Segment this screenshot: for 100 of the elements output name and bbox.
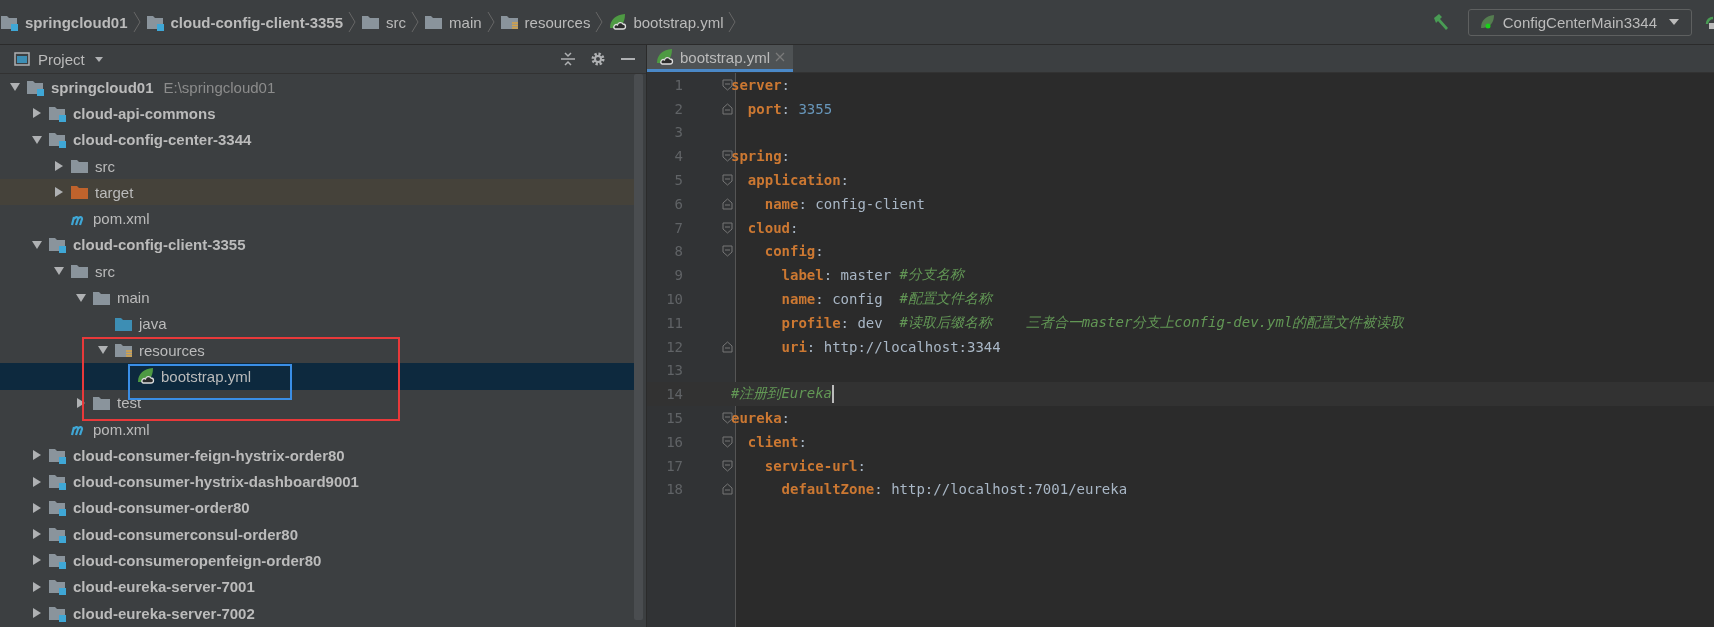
tree-item[interactable]: bootstrap.yml [161, 367, 252, 385]
fold-marker-icon[interactable] [721, 412, 733, 425]
fold-marker-icon[interactable] [721, 221, 733, 234]
tree-item[interactable]: cloud-config-center-3344 [73, 131, 252, 149]
tree-item[interactable]: cloud-eureka-server-7001 [73, 578, 255, 596]
code-line: #注册到Eureka [731, 385, 834, 404]
breadcrumb-item[interactable]: springcloud01 [25, 13, 128, 31]
code-line: config: [763, 243, 824, 260]
breadcrumb-item[interactable]: main [449, 13, 482, 31]
chevron-separator-icon [132, 11, 141, 33]
folder-icon [361, 14, 382, 30]
code-line: uri: http://localhost:3344 [780, 338, 1001, 355]
folder-icon [70, 184, 90, 201]
chevron-separator-icon [595, 11, 604, 33]
editor-tab[interactable]: bootstrap.yml [647, 45, 794, 72]
fold-marker-icon[interactable] [721, 78, 733, 91]
tree-item[interactable]: cloud-consumeropenfeign-order80 [73, 552, 322, 569]
tree-item[interactable]: cloud-consumer-order80 [73, 499, 250, 517]
folder-icon [92, 394, 112, 411]
tree-item[interactable]: src [95, 262, 115, 280]
fold-end-marker-icon[interactable] [721, 102, 733, 115]
fold-marker-icon[interactable] [721, 245, 733, 258]
collapsed-arrow-icon[interactable] [31, 554, 43, 567]
scrollbar[interactable] [634, 74, 643, 620]
hammer-icon[interactable] [1431, 13, 1450, 31]
tree-item[interactable]: test [117, 394, 142, 412]
fold-marker-icon[interactable] [721, 174, 733, 187]
tree-item[interactable]: springcloud01 [51, 78, 154, 96]
project-path: E:\springcloud01 [163, 78, 276, 96]
caret-icon[interactable] [92, 54, 105, 64]
folder-icon [424, 14, 445, 30]
module-folder-icon [48, 236, 68, 254]
panel-title[interactable]: Project [38, 50, 85, 68]
code-line: name: config #配置文件名称 [780, 290, 993, 309]
fold-end-marker-icon[interactable] [721, 197, 733, 210]
chevron-separator-icon [728, 11, 737, 33]
spring-leaf-icon [608, 13, 629, 31]
fold-end-marker-icon[interactable] [721, 340, 733, 353]
run-configuration-dropdown[interactable]: ConfigCenterMain3344 [1467, 8, 1692, 36]
module-folder-icon [48, 499, 68, 517]
collapsed-arrow-icon[interactable] [31, 449, 43, 462]
collapsed-arrow-icon[interactable] [31, 528, 43, 541]
code-line: port: 3355 [746, 100, 833, 117]
expanded-arrow-icon[interactable] [31, 238, 43, 251]
tree-item[interactable]: resources [139, 341, 205, 359]
module-folder-icon [145, 13, 166, 31]
tree-item[interactable]: src [95, 157, 115, 175]
module-folder-icon [48, 552, 68, 569]
folder-icon [70, 158, 90, 175]
folder-icon [70, 263, 90, 280]
fold-end-marker-icon[interactable] [721, 483, 733, 496]
code-line: eureka: [731, 410, 790, 427]
fold-marker-icon[interactable] [721, 459, 733, 472]
collapsed-arrow-icon[interactable] [53, 186, 65, 199]
collapse-all-icon[interactable] [560, 51, 576, 67]
folder-icon [92, 289, 112, 306]
collapsed-arrow-icon[interactable] [31, 607, 43, 620]
spring-leaf-icon [136, 367, 156, 386]
fold-marker-icon[interactable] [721, 150, 733, 163]
code-line: defaultZone: http://localhost:7001/eureka [780, 481, 1128, 498]
tree-item[interactable]: pom.xml [93, 210, 150, 228]
tree-item[interactable]: target [95, 183, 134, 201]
breadcrumb-item[interactable]: src [386, 13, 407, 31]
module-folder-icon [0, 13, 20, 31]
tree-item[interactable]: cloud-consumerconsul-order80 [73, 525, 299, 543]
chevron-separator-icon [348, 11, 357, 33]
collapsed-arrow-icon[interactable] [31, 501, 43, 514]
tree-item[interactable]: cloud-consumer-hystrix-dashboard9001 [73, 473, 359, 491]
collapsed-arrow-icon[interactable] [53, 160, 65, 173]
breadcrumb-item[interactable]: resources [524, 13, 591, 31]
text-cursor [832, 385, 834, 404]
collapsed-arrow-icon[interactable] [31, 107, 43, 120]
tree-item[interactable]: pom.xml [93, 420, 150, 438]
tree-item[interactable]: java [139, 315, 167, 333]
folder-icon [114, 315, 134, 332]
project-window-icon [14, 52, 30, 66]
tree-item[interactable]: cloud-api-commons [73, 104, 216, 122]
tree-item[interactable]: cloud-eureka-server-7002 [73, 604, 255, 622]
breadcrumb-item[interactable]: cloud-config-client-3355 [170, 13, 344, 31]
module-folder-icon [48, 473, 68, 491]
tree-item[interactable]: main [117, 289, 150, 306]
expanded-arrow-icon[interactable] [75, 291, 87, 304]
tree-item[interactable]: cloud-config-client-3355 [73, 236, 246, 254]
code-line: server: [731, 76, 790, 93]
breadcrumb-item[interactable]: bootstrap.yml [633, 13, 724, 31]
expanded-arrow-icon[interactable] [31, 133, 43, 146]
code-line: label: master #分支名称 [780, 266, 964, 285]
code-line: client: [746, 433, 807, 450]
code-line: name: config-client [763, 195, 925, 212]
chevron-separator-icon [411, 11, 420, 33]
collapsed-arrow-icon[interactable] [31, 580, 43, 593]
settings-icon[interactable] [590, 51, 606, 67]
module-folder-icon [48, 604, 68, 622]
module-folder-icon [48, 104, 68, 122]
tree-item[interactable]: cloud-consumer-feign-hystrix-order80 [73, 446, 345, 464]
chevron-separator-icon [486, 11, 495, 33]
fold-marker-icon[interactable] [721, 435, 733, 448]
collapsed-arrow-icon[interactable] [31, 475, 43, 488]
module-folder-icon [26, 78, 46, 96]
code-line: application: [746, 172, 849, 189]
